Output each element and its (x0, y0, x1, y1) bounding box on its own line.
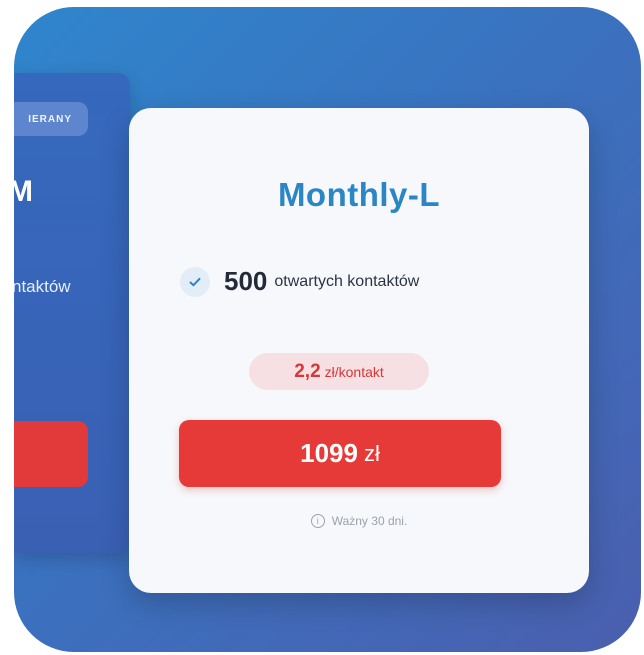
validity-text: Ważny 30 dni. (331, 514, 408, 528)
price-per-contact-unit: zł/kontakt (324, 363, 384, 380)
buy-button-recommended[interactable] (14, 421, 88, 487)
price-per-contact-value: 2,2 (294, 360, 321, 382)
plan-card-recommended[interactable]: IERANY M ntaktów (14, 73, 130, 553)
plan-title: Monthly-L (277, 176, 441, 213)
check-icon (180, 266, 210, 297)
buy-button-currency: zł (363, 440, 380, 466)
contacts-label: otwartych kontaktów (274, 272, 420, 290)
validity-note: i Ważny 30 dni. (129, 514, 589, 528)
promo-frame: IERANY M ntaktów Monthly-L 500 otwartych… (14, 7, 641, 652)
feature-row: 500 otwartych kontaktów (180, 266, 419, 297)
contacts-label-recommended: ntaktów (14, 277, 71, 296)
plan-card-monthly-l: Monthly-L 500 otwartych kontaktów 2,2 zł… (129, 108, 589, 593)
info-icon: i (310, 514, 325, 528)
contacts-count: 500 (224, 266, 268, 296)
price-per-contact-badge: 2,2 zł/kontakt (249, 353, 429, 390)
buy-button[interactable]: 1099 zł (179, 420, 501, 487)
buy-button-amount: 1099 (300, 438, 358, 468)
plan-title-recommended: M (14, 175, 33, 208)
recommended-badge: IERANY (14, 102, 88, 136)
